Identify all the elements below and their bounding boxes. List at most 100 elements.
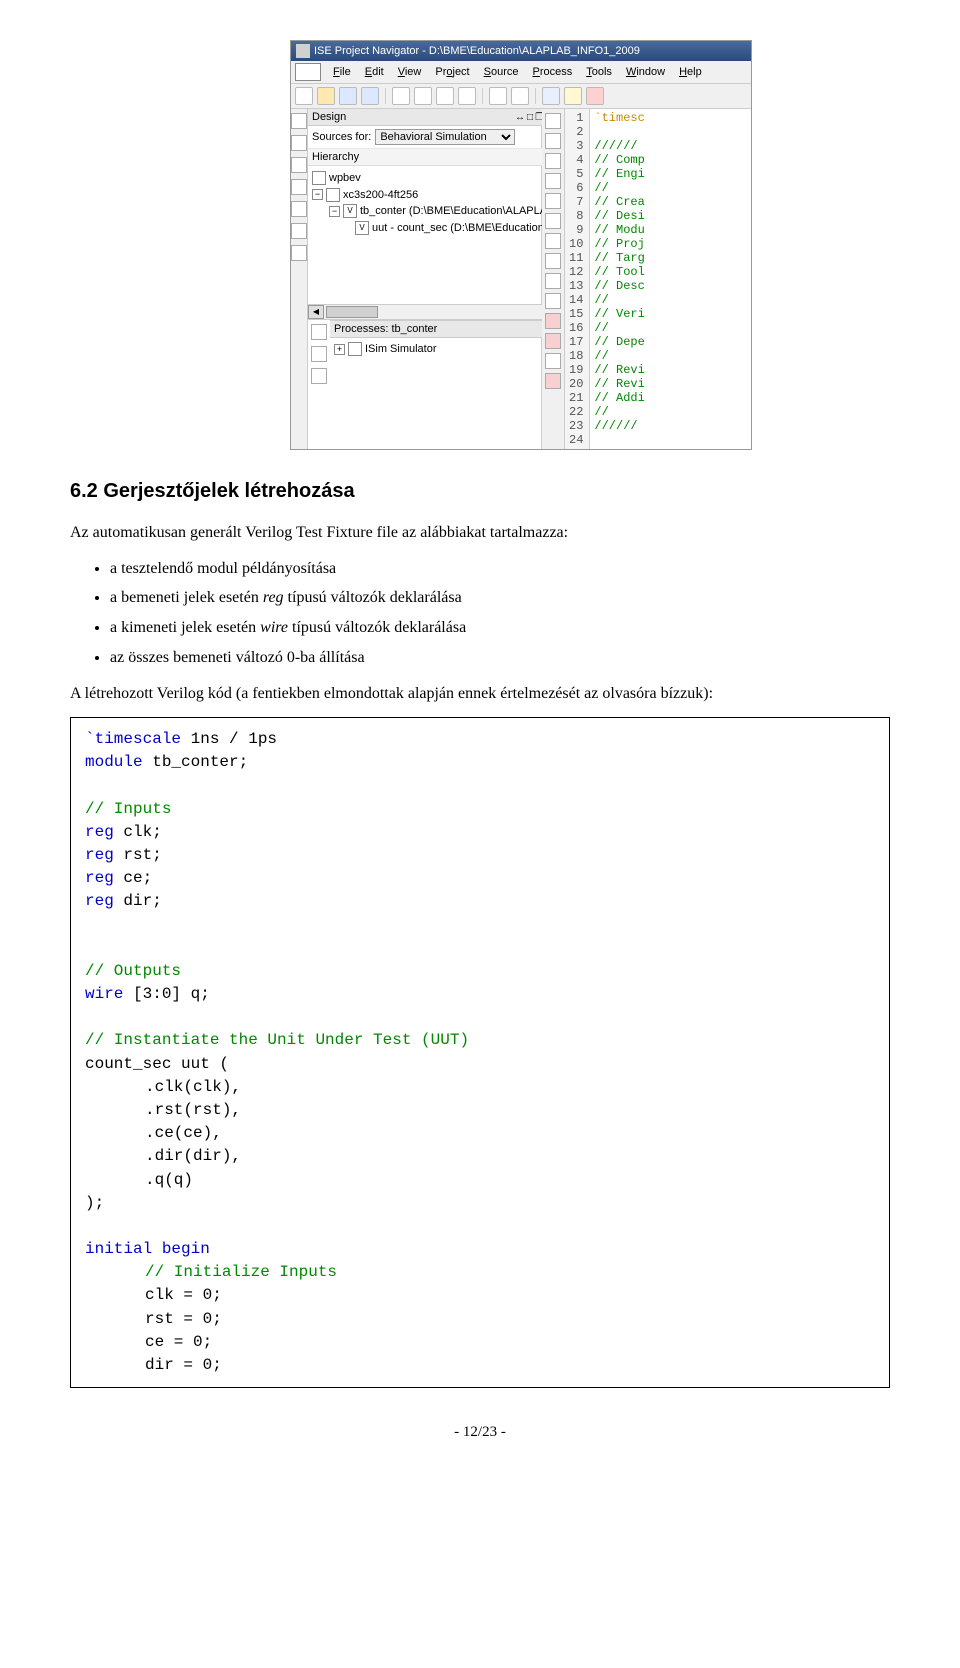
code-lines[interactable]: `timesc //////// Comp// Engi//// Crea// … (590, 109, 648, 449)
menu-doc-icon (295, 63, 321, 81)
toolbar-new-icon[interactable] (295, 87, 313, 105)
app-icon (296, 44, 310, 58)
hierarchy-tree[interactable]: wpbev − xc3s200-4ft256 − V tb_conter (D:… (308, 166, 558, 304)
tree-row-chip[interactable]: − xc3s200-4ft256 (312, 187, 554, 204)
code-token: .rst(rst), (145, 1101, 241, 1119)
menu-file[interactable]: File (327, 65, 357, 79)
editor-icon-10[interactable] (545, 293, 561, 309)
code-token: `timescale (85, 730, 181, 748)
sidebar-icon-4[interactable] (291, 179, 307, 195)
toolbar-save-icon[interactable] (339, 87, 357, 105)
tree-collapse-icon[interactable]: − (329, 206, 340, 217)
page-number: - 12/23 - (70, 1424, 890, 1441)
tree-tb-label: tb_conter (D:\BME\Education\ALAPLAB (360, 203, 554, 220)
tree-scrollbar[interactable]: ◀ ▶ (308, 304, 558, 319)
editor-icon-13[interactable] (545, 353, 561, 369)
code-token: .clk(clk), (145, 1078, 241, 1096)
toolbar-undo-icon[interactable] (489, 87, 507, 105)
code-editor[interactable]: 123456789101112131415161718192021222324 … (565, 109, 751, 449)
toolbar-paste-icon[interactable] (436, 87, 454, 105)
proc-icon-3[interactable] (311, 368, 327, 384)
editor-icon-7[interactable] (545, 233, 561, 249)
panel-nav-icon[interactable]: ↔ (515, 112, 525, 123)
tree-uut-label: uut - count_sec (D:\BME\Education (372, 220, 544, 237)
tree-row-root[interactable]: wpbev (312, 170, 554, 187)
toolbar-redo-icon[interactable] (511, 87, 529, 105)
sidebar-icon-6[interactable] (291, 223, 307, 239)
tree-expand-icon[interactable]: + (334, 344, 345, 355)
hierarchy-label: Hierarchy (312, 151, 359, 163)
editor-icon-8[interactable] (545, 253, 561, 269)
toolbar-cut-icon[interactable] (392, 87, 410, 105)
code-token: count_sec uut ( (85, 1055, 229, 1073)
verilog-code-box: `timescale 1ns / 1ps module tb_conter; /… (70, 717, 890, 1388)
tree-root-label: wpbev (329, 170, 361, 187)
code-token: [3:0] q; (123, 985, 209, 1003)
code-token: reg (85, 846, 114, 864)
intro-paragraph: Az automatikusan generált Verilog Test F… (70, 521, 890, 546)
menu-tools[interactable]: Tools (580, 65, 618, 79)
proc-icon-2[interactable] (311, 346, 327, 362)
after-bullets-paragraph: A létrehozott Verilog kód (a fentiekben … (70, 682, 890, 707)
processes-header: Processes: tb_conter (330, 320, 558, 338)
sidebar-icon-1[interactable] (291, 113, 307, 129)
menu-edit[interactable]: Edit (359, 65, 390, 79)
sidebar-icon-7[interactable] (291, 245, 307, 261)
sources-for-select[interactable]: Behavioral Simulation (375, 129, 515, 145)
tree-row-tb[interactable]: − V tb_conter (D:\BME\Education\ALAPLAB (312, 203, 554, 220)
toolbar-open-icon[interactable] (317, 87, 335, 105)
menu-view[interactable]: View (392, 65, 428, 79)
code-comment: // Outputs (85, 962, 181, 980)
editor-icon-14[interactable] (545, 373, 561, 389)
hierarchy-header: Hierarchy (308, 149, 558, 166)
editor-icon-3[interactable] (545, 153, 561, 169)
editor-icon-5[interactable] (545, 193, 561, 209)
code-token: module (85, 753, 143, 771)
menu-window[interactable]: Window (620, 65, 671, 79)
editor-icon-12[interactable] (545, 333, 561, 349)
toolbar-cancel-icon[interactable] (586, 87, 604, 105)
scroll-thumb[interactable] (326, 306, 378, 318)
tree-row-uut[interactable]: V uut - count_sec (D:\BME\Education (312, 220, 554, 237)
code-token: ce; (114, 869, 152, 887)
editor-icon-9[interactable] (545, 273, 561, 289)
sidebar-icon-3[interactable] (291, 157, 307, 173)
code-token: clk; (114, 823, 162, 841)
verilog-file-icon: V (343, 204, 357, 218)
menu-project[interactable]: Project (429, 65, 475, 79)
editor-icon-2[interactable] (545, 133, 561, 149)
toolbar-saveall-icon[interactable] (361, 87, 379, 105)
editor-icon-11[interactable] (545, 313, 561, 329)
menu-process[interactable]: Process (527, 65, 579, 79)
toolbar-find-icon[interactable] (542, 87, 560, 105)
code-token: .ce(ce), (145, 1124, 222, 1142)
processes-icon-strip (308, 320, 330, 386)
code-token: begin (162, 1240, 210, 1258)
editor-icon-4[interactable] (545, 173, 561, 189)
tree-collapse-icon[interactable]: − (312, 189, 323, 200)
menu-source[interactable]: Source (478, 65, 525, 79)
titlebar: ISE Project Navigator - D:\BME\Education… (291, 41, 751, 61)
processes-tree[interactable]: + ISim Simulator (330, 338, 558, 386)
code-token: reg (85, 892, 114, 910)
design-panel-header: Design ↔ □ ❐ ✕ (308, 109, 558, 126)
toolbar-copy-icon[interactable] (414, 87, 432, 105)
panel-min-icon[interactable]: □ (527, 112, 533, 123)
code-comment: // Inputs (85, 800, 171, 818)
tree-chip-label: xc3s200-4ft256 (343, 187, 418, 204)
proc-icon-1[interactable] (311, 324, 327, 340)
toolbar-light-icon[interactable] (564, 87, 582, 105)
sidebar-icon-2[interactable] (291, 135, 307, 151)
window-title: ISE Project Navigator - D:\BME\Education… (314, 45, 640, 57)
toolbar-delete-icon[interactable] (458, 87, 476, 105)
process-isim[interactable]: + ISim Simulator (334, 342, 554, 356)
editor-icon-1[interactable] (545, 113, 561, 129)
scroll-left-icon[interactable]: ◀ (308, 305, 324, 319)
menubar: File Edit View Project Source Process To… (291, 61, 751, 84)
editor-icon-6[interactable] (545, 213, 561, 229)
sources-for-label: Sources for: (312, 131, 371, 143)
menu-help[interactable]: Help (673, 65, 708, 79)
list-item: a tesztelendő modul példányosítása (110, 556, 890, 582)
sidebar-icon-5[interactable] (291, 201, 307, 217)
code-token: .q(q) (145, 1171, 193, 1189)
